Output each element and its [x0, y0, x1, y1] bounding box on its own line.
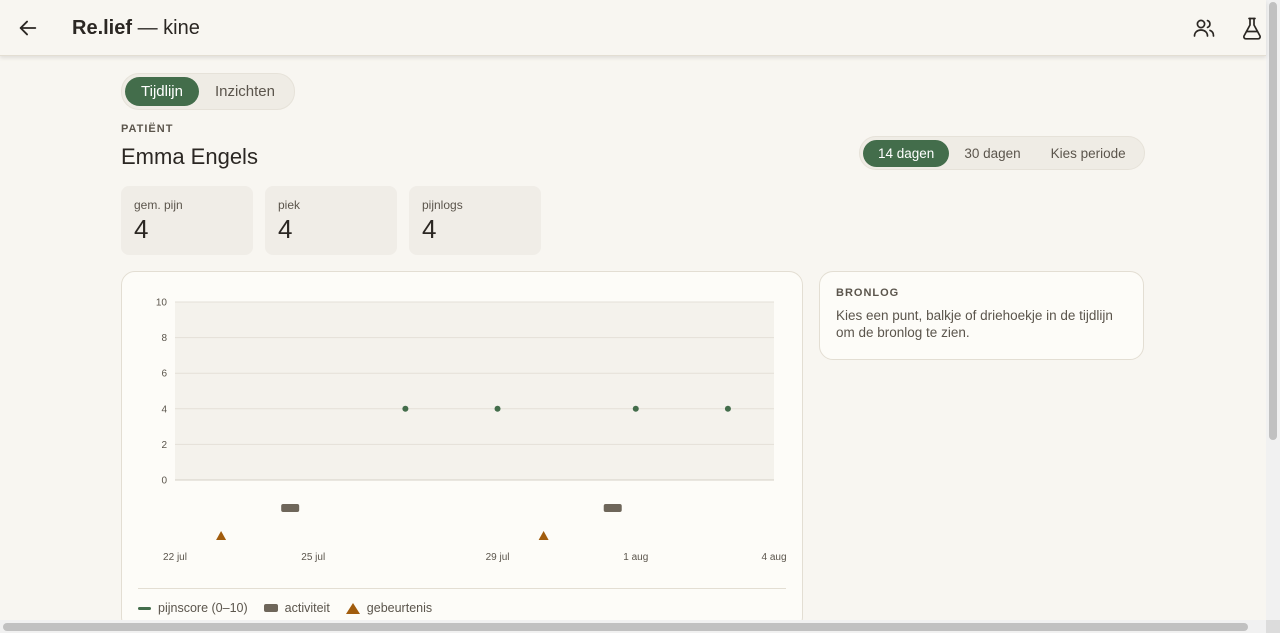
y-tick-label: 0 — [161, 476, 167, 487]
app-title: Re.lief — kine — [72, 16, 200, 40]
period-custom[interactable]: Kies periode — [1036, 140, 1141, 167]
source-log-hint: Kies een punt, balkje of driehoekje in d… — [836, 308, 1113, 340]
lab-button[interactable] — [1239, 15, 1265, 41]
pain-score-point[interactable] — [494, 405, 501, 412]
horizontal-scrollbar-thumb[interactable] — [3, 623, 1248, 631]
source-log-title: BRONLOG — [836, 287, 900, 299]
activity-bar[interactable] — [603, 504, 622, 512]
period-selector: 14 dagen 30 dagen Kies periode — [859, 136, 1145, 170]
timeline-chart: 0 2 4 6 8 10 22 jul 25 jul 29 jul 1 aug 4 aug — [156, 298, 787, 564]
pain-score-point[interactable] — [724, 405, 731, 412]
event-triangle[interactable] — [538, 531, 549, 540]
pain-score-point[interactable] — [632, 405, 639, 412]
event-triangle-swatch — [345, 602, 360, 614]
x-tick-label: 1 aug — [623, 552, 648, 563]
x-tick-label: 29 jul — [486, 552, 510, 563]
y-tick-label: 8 — [161, 333, 167, 344]
stat-card-avg-pain: gem. pijn 4 — [121, 186, 253, 255]
scrollbar-corner — [1266, 620, 1280, 633]
pain-score-point[interactable] — [402, 405, 409, 412]
vertical-scrollbar[interactable] — [1266, 0, 1280, 620]
legend-label: gebeurtenis — [366, 601, 433, 615]
x-tick-label: 22 jul — [163, 552, 187, 563]
stat-card-pain-logs: pijnlogs 4 — [409, 186, 541, 255]
app-brand: Re.lief — [72, 17, 133, 39]
stat-label: pijnlogs — [422, 198, 463, 212]
legend-item-pain: pijnscore (0–10) — [138, 601, 248, 615]
source-log-card: BRONLOG Kies een punt, balkje of driehoe… — [819, 271, 1144, 360]
patients-button[interactable] — [1191, 15, 1217, 41]
app-subtitle: — kine — [132, 17, 200, 39]
back-button[interactable] — [14, 14, 42, 42]
period-30-days[interactable]: 30 dagen — [949, 140, 1035, 167]
stat-card-peak: piek 4 — [265, 186, 397, 255]
event-triangle[interactable] — [216, 531, 227, 540]
activity-bar-swatch — [263, 604, 278, 612]
y-tick-label: 4 — [161, 404, 167, 415]
patient-label: PATIËNT — [121, 123, 174, 135]
y-tick-label: 10 — [156, 298, 168, 309]
view-toggle: Tijdlijn Inzichten — [121, 73, 295, 110]
top-bar: Re.lief — kine — [0, 0, 1266, 56]
flask-icon — [1243, 17, 1261, 40]
stat-value: 4 — [278, 214, 293, 244]
horizontal-scrollbar[interactable] — [0, 620, 1266, 633]
stat-label: gem. pijn — [134, 198, 183, 212]
x-tick-label: 25 jul — [301, 552, 325, 563]
y-tick-label: 6 — [161, 369, 167, 380]
tab-inzichten[interactable]: Inzichten — [199, 77, 291, 106]
stat-value: 4 — [134, 214, 149, 244]
x-tick-label: 4 aug — [761, 552, 786, 563]
y-tick-label: 2 — [161, 440, 167, 451]
stat-label: piek — [278, 198, 301, 212]
pain-line-swatch — [138, 606, 151, 610]
vertical-scrollbar-thumb[interactable] — [1269, 2, 1277, 440]
legend-label: activiteit — [284, 601, 330, 615]
legend-item-event: gebeurtenis — [345, 601, 433, 615]
period-14-days[interactable]: 14 dagen — [863, 139, 950, 167]
plot-area — [175, 302, 774, 480]
main-content: Tijdlijn Inzichten PATIËNT Emma Engels 1… — [0, 57, 1266, 620]
patient-name: Emma Engels — [121, 144, 258, 169]
timeline-chart-card: 0 2 4 6 8 10 22 jul 25 jul 29 jul 1 aug 4 aug pijn… — [121, 271, 803, 620]
stat-value: 4 — [422, 214, 437, 244]
chart-legend: pijnscore (0–10) activiteit gebeurtenis — [138, 588, 786, 615]
legend-label: pijnscore (0–10) — [158, 601, 248, 615]
users-icon — [1193, 19, 1215, 37]
tab-tijdlijn[interactable]: Tijdlijn — [125, 77, 199, 106]
legend-item-activity: activiteit — [263, 601, 330, 615]
back-arrow-icon — [19, 20, 37, 36]
activity-bar[interactable] — [281, 504, 300, 512]
